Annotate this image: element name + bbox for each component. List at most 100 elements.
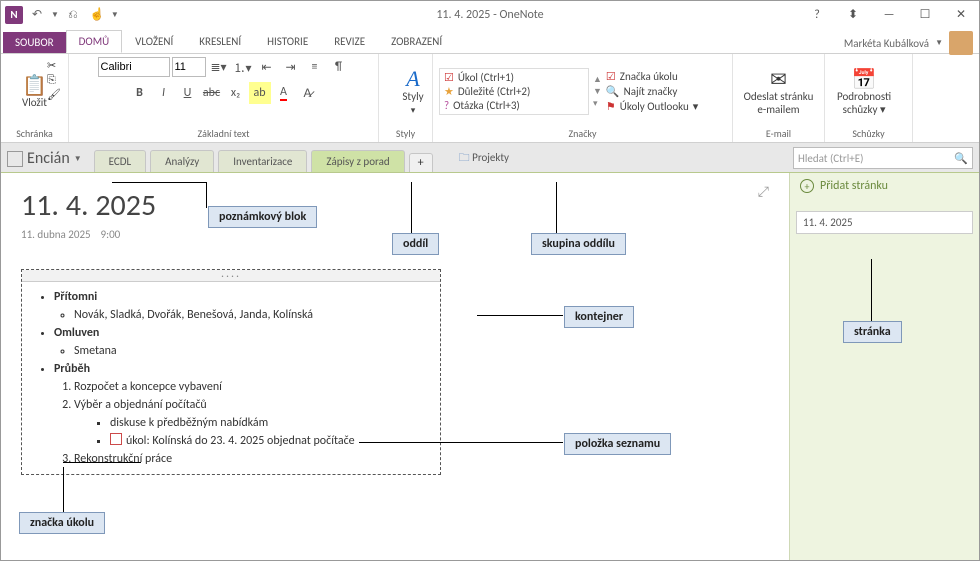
tags-expand-icon[interactable]: ▾ [593,98,602,109]
tab-file[interactable]: SOUBOR [3,32,66,53]
subscript-button[interactable]: x₂ [225,82,247,104]
add-section-button[interactable]: + [409,153,433,172]
close-icon[interactable]: ✕ [947,5,975,25]
callout-section: oddíl [392,233,439,255]
cut-icon[interactable]: ✂ [47,59,61,72]
group-clipboard-label: Schránka [7,127,62,142]
callout-notebook: poznámkový blok [208,206,317,228]
group-email-label: E-mail [739,127,818,142]
italic-button[interactable]: I [153,82,175,104]
checkbox-icon: ☑ [444,71,454,84]
qat-back-icon[interactable]: ↶ [27,5,47,25]
format-painter-icon[interactable]: 🖌 [47,88,61,101]
align-icon[interactable]: ≡ [304,56,326,78]
tag-todo[interactable]: ☑Úkol (Ctrl+1) [444,71,584,84]
group-font-label: Základní text [75,127,372,142]
star-icon: ★ [444,85,454,98]
email-page-button[interactable]: ✉ Odeslat stránku e-mailem [739,65,818,117]
section-tab-analyzy[interactable]: Analýzy [150,150,214,172]
user-name[interactable]: Markéta Kubálková [844,37,929,50]
ribbon-collapse-icon[interactable]: ⬍ [839,5,867,25]
list-item[interactable]: Rekonstrukční práce [74,450,428,468]
app-icon: N [5,6,23,24]
tab-home[interactable]: DOMŮ [66,30,123,53]
calendar-icon: 📅 [852,67,877,91]
container-handle[interactable] [22,270,440,282]
heading-omluven: Omluven [54,326,99,340]
tags-scroll-up-icon[interactable]: ▲ [593,74,602,85]
heading-pritomni: Přítomni [54,290,97,304]
para-icon[interactable]: ¶ [328,56,350,78]
user-avatar[interactable] [949,31,973,55]
section-tab-zapisy[interactable]: Zápisy z porad [311,150,404,172]
section-tab-ecdl[interactable]: ECDL [94,150,147,172]
task-checkbox[interactable] [110,433,122,445]
tag-question[interactable]: ?Otázka (Ctrl+3) [444,99,584,112]
callout-container: kontejner [564,306,634,328]
outlook-tasks-button[interactable]: ⚑Úkoly Outlooku ▾ [606,100,698,113]
question-icon: ? [444,99,449,112]
flag-icon: ⚑ [606,100,616,113]
search-icon: 🔍 [954,152,968,165]
checkbox-icon: ☑ [606,70,616,83]
search-icon: 🔍 [606,85,620,98]
clear-format-button[interactable]: A̷ [297,82,319,104]
tab-review[interactable]: REVIZE [321,30,378,53]
user-dropdown-icon[interactable]: ▼ [935,38,943,48]
qat-customize-icon[interactable]: ▼ [111,10,119,20]
bullets-icon[interactable]: ≣▾ [208,56,230,78]
notebook-title: Encián [27,149,70,168]
styles-icon: A [406,67,419,91]
list-item[interactable]: Novák, Sladká, Dvořák, Benešová, Janda, … [74,306,428,324]
callout-list-item: položka seznamu [564,433,671,455]
font-size-select[interactable] [172,57,206,77]
copy-icon[interactable]: ⎘ [47,73,61,87]
list-item[interactable]: Smetana [74,342,428,360]
plus-icon: + [800,179,814,193]
callout-page: stránka [843,321,902,343]
envelope-icon: ✉ [770,67,787,91]
tags-scroll-down-icon[interactable]: ▼ [593,86,602,97]
list-item[interactable]: diskuse k předběžným nabídkám [110,414,428,432]
notebook-selector[interactable]: Encián ▼ [7,149,82,172]
outdent-icon[interactable]: ⇤ [256,56,278,78]
list-item[interactable]: Rozpočet a koncepce vybavení [74,378,428,396]
page-list-item[interactable]: 11. 4. 2025 [796,211,973,234]
chevron-down-icon: ▼ [74,154,82,164]
minimize-icon[interactable]: — [875,5,903,25]
group-styles-label: Styly [385,127,426,142]
callout-task-tag: značka úkolu [19,512,105,534]
group-tags-label: Značky [439,127,726,142]
bold-button[interactable]: B [129,82,151,104]
expand-icon[interactable]: ⤢ [758,183,769,200]
add-page-button[interactable]: + Přidat stránku [790,173,979,199]
underline-button[interactable]: U [177,82,199,104]
highlight-button[interactable]: ab [249,82,271,104]
clipboard-icon: 📋 [22,73,47,97]
find-tags-button[interactable]: 🔍Najít značky [606,85,698,98]
tag-mark-button[interactable]: ☑Značka úkolu [606,70,698,83]
font-family-select[interactable] [98,57,170,77]
section-group-projekty[interactable]: 🗀 Projekty [449,145,519,172]
page-title[interactable]: 11. 4. 2025 [21,187,769,224]
search-input[interactable]: Hledat (Ctrl+E) 🔍 [793,147,973,169]
note-container[interactable]: Přítomni Novák, Sladká, Dvořák, Benešová… [21,269,441,475]
qat-touch-icon[interactable]: ☝ [87,5,107,25]
heading-prubeh: Průběh [54,362,90,376]
meeting-details-button[interactable]: 📅 Podrobnosti schůzky ▾ [831,65,897,117]
tab-insert[interactable]: VLOŽENÍ [122,30,186,53]
strike-button[interactable]: abc [201,82,223,104]
tab-view[interactable]: ZOBRAZENÍ [378,30,455,53]
maximize-icon[interactable]: ☐ [911,5,939,25]
section-tab-inventarizace[interactable]: Inventarizace [218,150,307,172]
indent-icon[interactable]: ⇥ [280,56,302,78]
qat-dropdown-icon[interactable]: ▼ [51,10,59,20]
numbering-icon[interactable]: ⒈▾ [232,56,254,78]
list-item[interactable]: úkol: Kolínská do 23. 4. 2025 objednat p… [110,432,428,450]
tab-history[interactable]: HISTORIE [254,30,321,53]
tab-draw[interactable]: KRESLENÍ [186,30,254,53]
tag-important[interactable]: ★Důležité (Ctrl+2) [444,85,584,98]
font-color-button[interactable]: A [273,82,295,104]
help-icon[interactable]: ? [803,5,831,25]
qat-undo-icon[interactable]: ⎌ [63,5,83,25]
